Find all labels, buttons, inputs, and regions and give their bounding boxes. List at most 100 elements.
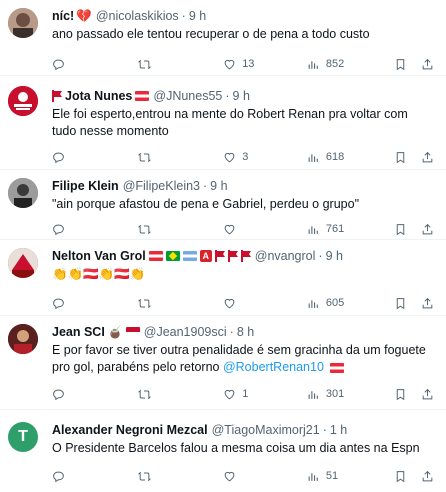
tweet-text: "ain porque afastou de pena e Gabriel, p… (52, 197, 360, 211)
tweet[interactable]: níc! 💔 @nicolaskikios · 9 h ano passado … (0, 0, 446, 76)
reply-button[interactable] (52, 58, 138, 71)
avatar[interactable] (8, 86, 38, 116)
retweet-button[interactable] (137, 470, 224, 483)
timestamp[interactable]: 8 h (237, 324, 254, 340)
avatar[interactable] (8, 8, 38, 38)
tweet[interactable]: T Alexander Negroni Mezcal @TiagoMaximor… (0, 410, 446, 492)
share-button[interactable] (421, 470, 434, 483)
like-count: 3 (242, 151, 249, 163)
reply-button[interactable] (52, 297, 138, 310)
reply-button[interactable] (52, 388, 138, 401)
share-button[interactable] (421, 388, 434, 401)
share-button[interactable] (421, 297, 434, 310)
red-flag-emoji (214, 250, 225, 262)
display-name[interactable]: Jota Nunes (65, 88, 132, 104)
red-flag-emoji (227, 250, 238, 262)
bookmark-button[interactable] (394, 151, 421, 164)
timestamp[interactable]: 9 h (326, 248, 343, 264)
bookmark-button[interactable] (394, 223, 421, 236)
austria-flag-emoji (330, 362, 345, 373)
bookmark-button[interactable] (394, 470, 421, 483)
share-button[interactable] (421, 151, 434, 164)
tweet[interactable]: Nelton Van Grol A @nvangrol · 9 h 👏👏🇦🇹👏🇦… (0, 240, 446, 316)
avatar[interactable]: T (8, 422, 38, 452)
tweet[interactable]: Jota Nunes @JNunes55 · 9 h Ele foi esper… (0, 76, 446, 170)
timestamp[interactable]: 9 h (210, 178, 227, 194)
like-button[interactable] (223, 223, 307, 236)
handle[interactable]: @FilipeKlein3 (123, 178, 200, 194)
retweet-button[interactable] (137, 223, 224, 236)
reply-button[interactable] (52, 470, 138, 483)
like-button[interactable] (223, 297, 307, 310)
retweet-button[interactable] (137, 58, 224, 71)
like-count: 1 (242, 388, 249, 400)
share-icon (422, 58, 433, 69)
reply-icon (53, 471, 64, 482)
reply-button[interactable] (52, 223, 138, 236)
share-icon (422, 151, 433, 162)
views-button[interactable]: 852 (307, 58, 395, 71)
tweet[interactable]: Filipe Klein @FilipeKlein3 · 9 h "ain po… (0, 170, 446, 240)
views-icon (308, 60, 318, 69)
avatar[interactable] (8, 178, 38, 208)
handle[interactable]: @nicolaskikios (96, 8, 179, 24)
bookmark-button[interactable] (394, 58, 421, 71)
retweet-icon (137, 224, 151, 234)
handle[interactable]: @TiagoMaximorj21 (212, 422, 320, 438)
tweet-text: ano passado ele tentou recuperar o de pe… (52, 27, 370, 41)
bookmark-button[interactable] (394, 388, 421, 401)
bookmark-icon (397, 58, 405, 70)
handle[interactable]: @nvangrol (255, 248, 316, 264)
share-icon (422, 470, 433, 481)
broken-heart-emoji: 💔 (76, 9, 92, 23)
handle[interactable]: @Jean1909sci (144, 324, 227, 340)
display-name[interactable]: Nelton Van Grol (52, 248, 146, 264)
retweet-icon (137, 389, 151, 399)
like-icon (224, 298, 235, 308)
avatar[interactable] (8, 324, 38, 354)
mention-link[interactable]: @RobertRenan10 (223, 360, 324, 374)
tweet-actions: 13 852 (52, 53, 434, 75)
like-icon (224, 389, 235, 399)
display-name[interactable]: Filipe Klein (52, 178, 119, 194)
views-count: 301 (325, 388, 345, 400)
display-name[interactable]: Jean SCI (52, 324, 105, 340)
timestamp[interactable]: 1 h (330, 422, 347, 438)
retweet-button[interactable] (137, 297, 224, 310)
avatar-letter: T (18, 428, 28, 445)
share-button[interactable] (421, 223, 434, 236)
views-button[interactable]: 761 (307, 223, 395, 236)
retweet-button[interactable] (137, 388, 224, 401)
timestamp[interactable]: 9 h (233, 88, 250, 104)
bookmark-button[interactable] (394, 297, 421, 310)
tweet-actions: 1 301 (52, 383, 434, 405)
like-count: 13 (242, 58, 255, 70)
like-button[interactable]: 3 (223, 151, 307, 164)
views-count: 761 (325, 223, 345, 235)
display-name[interactable]: níc! (52, 8, 74, 24)
red-flag-emoji (240, 250, 251, 262)
brazil-flag-emoji (165, 251, 180, 261)
views-button[interactable]: 605 (307, 297, 395, 310)
retweet-button[interactable] (137, 151, 224, 164)
timestamp[interactable]: 9 h (189, 8, 206, 24)
bookmark-icon (397, 297, 405, 309)
views-icon (308, 225, 318, 234)
like-button[interactable]: 1 (223, 388, 307, 401)
views-button[interactable]: 51 (307, 470, 395, 483)
tweet[interactable]: Jean SCI 🧉 @Jean1909sci · 8 h E por favo… (0, 316, 446, 410)
reply-button[interactable] (52, 151, 138, 164)
views-button[interactable]: 618 (307, 151, 395, 164)
like-button[interactable]: 13 (223, 58, 307, 71)
tweet-actions: 3 618 (52, 146, 434, 168)
share-icon (422, 297, 433, 308)
handle[interactable]: @JNunes55 (153, 88, 222, 104)
retweet-icon (137, 59, 151, 69)
share-button[interactable] (421, 58, 434, 71)
views-button[interactable]: 301 (307, 388, 395, 401)
avatar[interactable] (8, 248, 38, 278)
display-name[interactable]: Alexander Negroni Mezcal (52, 422, 208, 438)
like-button[interactable] (223, 470, 307, 483)
like-icon (224, 59, 235, 69)
like-icon (224, 471, 235, 481)
